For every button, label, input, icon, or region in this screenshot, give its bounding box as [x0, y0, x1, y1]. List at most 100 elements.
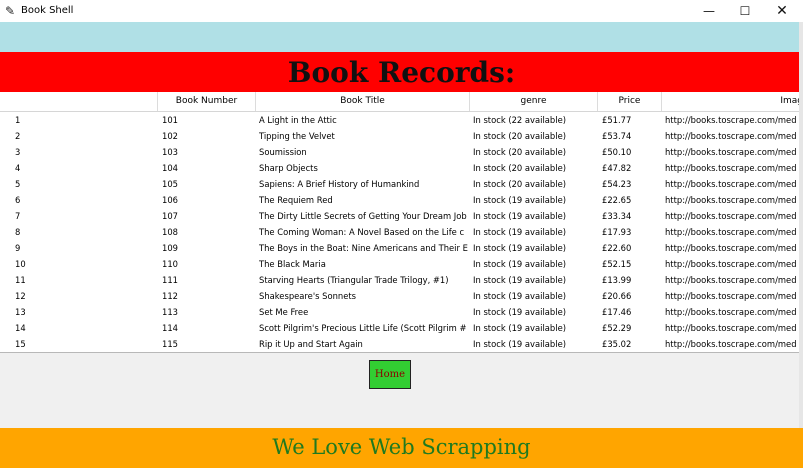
- cell-genre: In stock (20 available): [473, 179, 566, 189]
- table-row[interactable]: 7 107 The Dirty Little Secrets of Getting …: [0, 208, 803, 224]
- table-row[interactable]: 4 104 Sharp Objects In stock (20 available)…: [0, 160, 803, 176]
- cell-row-index: 5: [15, 179, 21, 189]
- cell-genre: In stock (19 available): [473, 275, 566, 285]
- column-header-genre[interactable]: genre: [470, 92, 598, 111]
- cell-row-index: 10: [15, 259, 26, 269]
- cell-book-number: 113: [162, 307, 178, 317]
- cell-genre: In stock (19 available): [473, 323, 566, 333]
- page-title: Book Records:: [287, 56, 516, 89]
- cell-image-url: http://books.toscrape.com/med: [665, 147, 797, 157]
- table-row[interactable]: 1 101 A Light in the Attic In stock (22 ava…: [0, 112, 803, 128]
- maximize-button[interactable]: ☐: [726, 0, 764, 22]
- cell-genre: In stock (19 available): [473, 339, 566, 349]
- table-row[interactable]: 14 114 Scott Pilgrim's Precious Little Lif…: [0, 320, 803, 336]
- table-row[interactable]: 15 115 Rip it Up and Start Again In stock (…: [0, 336, 803, 352]
- cell-image-url: http://books.toscrape.com/med: [665, 275, 797, 285]
- cell-book-title: The Black Maria: [259, 259, 326, 269]
- cell-book-number: 108: [162, 227, 178, 237]
- cell-price: £22.65: [602, 195, 632, 205]
- cell-genre: In stock (20 available): [473, 163, 566, 173]
- cell-book-number: 107: [162, 211, 178, 221]
- cell-book-title: Set Me Free: [259, 307, 309, 317]
- cell-image-url: http://books.toscrape.com/med: [665, 291, 797, 301]
- cell-image-url: http://books.toscrape.com/med: [665, 115, 797, 125]
- cell-book-number: 106: [162, 195, 178, 205]
- cell-row-index: 2: [15, 131, 21, 141]
- cell-book-number: 105: [162, 179, 178, 189]
- window-right-edge: [799, 22, 803, 428]
- cell-book-number: 103: [162, 147, 178, 157]
- column-header-image[interactable]: Imag: [662, 92, 803, 111]
- cell-price: £52.15: [602, 259, 632, 269]
- cell-genre: In stock (22 available): [473, 115, 566, 125]
- window-titlebar: ✎ Book Shell — ☐ ✕: [0, 0, 803, 22]
- table-row[interactable]: 5 105 Sapiens: A Brief History of Humankin…: [0, 176, 803, 192]
- cell-book-title: Rip it Up and Start Again: [259, 339, 363, 349]
- table-header: Book Number Book Title genre Price Imag: [0, 92, 803, 112]
- table-row[interactable]: 6 106 The Requiem Red In stock (19 availabl…: [0, 192, 803, 208]
- table-row[interactable]: 11 111 Starving Hearts (Triangular Trade T…: [0, 272, 803, 288]
- column-header-book-number[interactable]: Book Number: [158, 92, 256, 111]
- cell-price: £17.46: [602, 307, 632, 317]
- cell-genre: In stock (20 available): [473, 147, 566, 157]
- cell-row-index: 9: [15, 243, 21, 253]
- table-row[interactable]: 8 108 The Coming Woman: A Novel Based on t…: [0, 224, 803, 240]
- book-records-table[interactable]: Book Number Book Title genre Price Imag …: [0, 92, 803, 353]
- footer-text: We Love Web Scrapping: [272, 435, 531, 459]
- cell-genre: In stock (19 available): [473, 307, 566, 317]
- cell-image-url: http://books.toscrape.com/med: [665, 179, 797, 189]
- cell-image-url: http://books.toscrape.com/med: [665, 227, 797, 237]
- cell-book-number: 114: [162, 323, 178, 333]
- cell-price: £50.10: [602, 147, 632, 157]
- column-header-book-title[interactable]: Book Title: [256, 92, 470, 111]
- cell-image-url: http://books.toscrape.com/med: [665, 163, 797, 173]
- cell-price: £35.02: [602, 339, 632, 349]
- cell-genre: In stock (19 available): [473, 227, 566, 237]
- cell-image-url: http://books.toscrape.com/med: [665, 243, 797, 253]
- cell-image-url: http://books.toscrape.com/med: [665, 307, 797, 317]
- table-body: 1 101 A Light in the Attic In stock (22 ava…: [0, 112, 803, 352]
- cell-price: £13.99: [602, 275, 632, 285]
- table-row[interactable]: 2 102 Tipping the Velvet In stock (20 avail…: [0, 128, 803, 144]
- cell-price: £51.77: [602, 115, 632, 125]
- cell-book-title: The Requiem Red: [259, 195, 333, 205]
- column-header-price[interactable]: Price: [598, 92, 662, 111]
- cell-row-index: 15: [15, 339, 26, 349]
- table-row[interactable]: 3 103 Soumission In stock (20 available) £50…: [0, 144, 803, 160]
- table-row[interactable]: 13 113 Set Me Free In stock (19 available) £…: [0, 304, 803, 320]
- cell-genre: In stock (19 available): [473, 259, 566, 269]
- cell-price: £52.29: [602, 323, 632, 333]
- cell-row-index: 13: [15, 307, 26, 317]
- cell-genre: In stock (19 available): [473, 195, 566, 205]
- cell-price: £17.93: [602, 227, 632, 237]
- close-button[interactable]: ✕: [763, 0, 801, 22]
- table-row[interactable]: 10 110 The Black Maria In stock (19 availab…: [0, 256, 803, 272]
- cell-row-index: 12: [15, 291, 26, 301]
- cell-book-title: A Light in the Attic: [259, 115, 337, 125]
- window-title: Book Shell: [21, 5, 74, 16]
- cell-book-number: 101: [162, 115, 178, 125]
- cell-book-title: Soumission: [259, 147, 307, 157]
- cell-row-index: 4: [15, 163, 21, 173]
- cell-row-index: 3: [15, 147, 21, 157]
- column-header-index[interactable]: [0, 92, 158, 111]
- cell-image-url: http://books.toscrape.com/med: [665, 339, 797, 349]
- minimize-button[interactable]: —: [690, 0, 728, 22]
- table-row[interactable]: 12 112 Shakespeare's Sonnets In stock (19 a…: [0, 288, 803, 304]
- cell-image-url: http://books.toscrape.com/med: [665, 211, 797, 221]
- home-button[interactable]: Home: [369, 360, 411, 389]
- cell-image-url: http://books.toscrape.com/med: [665, 259, 797, 269]
- cell-image-url: http://books.toscrape.com/med: [665, 131, 797, 141]
- cell-book-title: The Coming Woman: A Novel Based on the L…: [259, 227, 465, 237]
- feather-icon: ✎: [5, 4, 16, 18]
- cell-row-index: 8: [15, 227, 21, 237]
- table-row[interactable]: 9 109 The Boys in the Boat: Nine Americans…: [0, 240, 803, 256]
- cell-genre: In stock (19 available): [473, 291, 566, 301]
- cell-book-title: Starving Hearts (Triangular Trade Trilog…: [259, 275, 449, 285]
- cell-book-number: 104: [162, 163, 178, 173]
- cell-book-number: 111: [162, 275, 178, 285]
- cell-image-url: http://books.toscrape.com/med: [665, 323, 797, 333]
- top-banner: [0, 22, 803, 52]
- cell-price: £22.60: [602, 243, 632, 253]
- cell-book-title: Sapiens: A Brief History of Humankind: [259, 179, 420, 189]
